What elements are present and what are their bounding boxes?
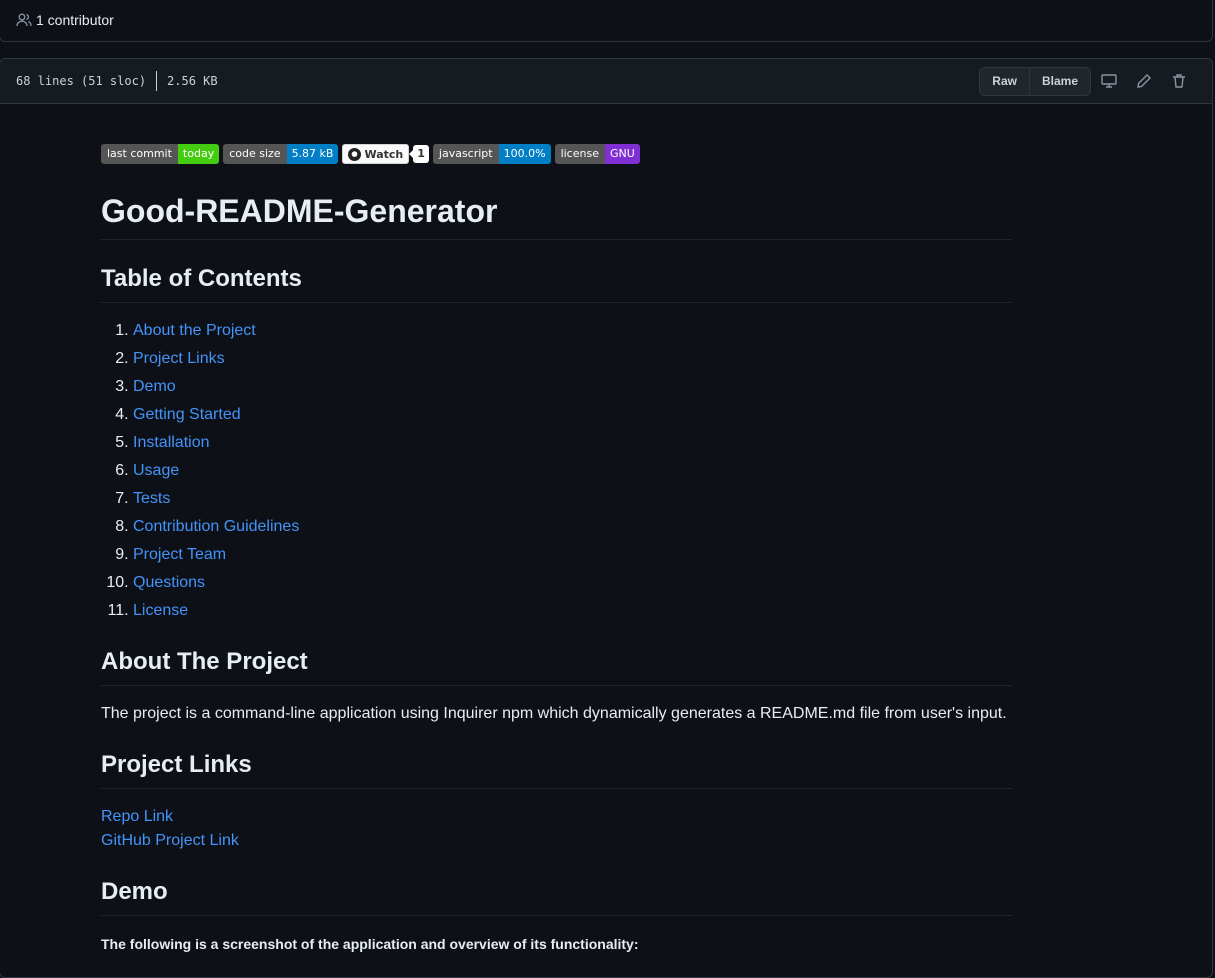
line-count: 68 lines (51 sloc) <box>16 74 147 88</box>
watch-part: Watch <box>342 144 410 164</box>
github-icon <box>348 147 362 161</box>
badge-watch[interactable]: Watch 1 <box>342 144 429 164</box>
readme-title: Good-README-Generator <box>101 191 1012 240</box>
badge-value: today <box>177 144 220 164</box>
badge-javascript[interactable]: javascript 100.0% <box>432 144 551 164</box>
toc-item: Demo <box>133 375 1012 399</box>
toc-link[interactable]: Project Team <box>133 546 226 563</box>
toc-item: Project Links <box>133 347 1012 371</box>
toc-item: Tests <box>133 487 1012 511</box>
toc-item: Usage <box>133 459 1012 483</box>
badge-value: 100.0% <box>498 144 551 164</box>
people-icon <box>16 13 32 27</box>
demo-heading: Demo <box>101 877 1012 916</box>
contributors-link[interactable]: 1 contributor <box>36 12 114 28</box>
toc-item: Project Team <box>133 543 1012 567</box>
file-viewer: 68 lines (51 sloc) 2.56 KB Raw Blame las… <box>0 58 1213 978</box>
badge-last-commit[interactable]: last commit today <box>101 144 220 164</box>
file-size: 2.56 KB <box>167 74 218 88</box>
divider <box>156 71 158 91</box>
watch-label: Watch <box>364 147 404 161</box>
toc-item: Getting Started <box>133 403 1012 427</box>
toc-link[interactable]: About the Project <box>133 322 256 339</box>
file-header: 68 lines (51 sloc) 2.56 KB Raw Blame <box>0 59 1212 104</box>
toc-link[interactable]: Tests <box>133 490 170 507</box>
contributors-bar: 1 contributor <box>0 0 1213 42</box>
badge-label: code size <box>223 144 287 164</box>
desktop-icon[interactable] <box>1091 73 1126 89</box>
toc-heading: Table of Contents <box>101 264 1012 303</box>
toc-link[interactable]: Contribution Guidelines <box>133 518 299 535</box>
toc-item: License <box>133 599 1012 623</box>
pencil-icon[interactable] <box>1126 73 1161 89</box>
raw-button[interactable]: Raw <box>980 68 1029 95</box>
watch-count: 1 <box>409 145 429 163</box>
toc-link[interactable]: Getting Started <box>133 406 241 423</box>
badge-label: last commit <box>101 144 178 164</box>
badge-value: 5.87 kB <box>286 144 339 164</box>
toc-link[interactable]: Questions <box>133 574 205 591</box>
readme-content: last commit today code size 5.87 kB Watch 1… <box>0 104 1113 956</box>
links-heading: Project Links <box>101 750 1012 789</box>
toc-list: About the Project Project Links Demo Get… <box>101 319 1012 623</box>
toc-link[interactable]: License <box>133 602 188 619</box>
trash-icon[interactable] <box>1161 73 1196 89</box>
toc-item: Questions <box>133 571 1012 595</box>
badge-label: license <box>554 144 605 164</box>
toc-item: Installation <box>133 431 1012 455</box>
about-text: The project is a command-line applicatio… <box>101 705 1007 722</box>
badges: last commit today code size 5.87 kB Watch 1… <box>101 144 1012 164</box>
toc-item: Contribution Guidelines <box>133 515 1012 539</box>
about-heading: About The Project <box>101 647 1012 686</box>
badge-label: javascript <box>432 144 499 164</box>
repo-link[interactable]: Repo Link <box>101 805 1012 829</box>
blame-button[interactable]: Blame <box>1028 67 1090 95</box>
toc-link[interactable]: Demo <box>133 378 176 395</box>
github-project-link[interactable]: GitHub Project Link <box>101 829 1012 853</box>
toc-link[interactable]: Project Links <box>133 350 225 367</box>
toc-item: About the Project <box>133 319 1012 343</box>
toc-link[interactable]: Installation <box>133 434 210 451</box>
badge-value: GNU <box>604 144 640 164</box>
toc-link[interactable]: Usage <box>133 462 179 479</box>
badge-license[interactable]: license GNU <box>554 144 640 164</box>
demo-text: The following is a screenshot of the app… <box>101 936 639 952</box>
badge-code-size[interactable]: code size 5.87 kB <box>223 144 339 164</box>
